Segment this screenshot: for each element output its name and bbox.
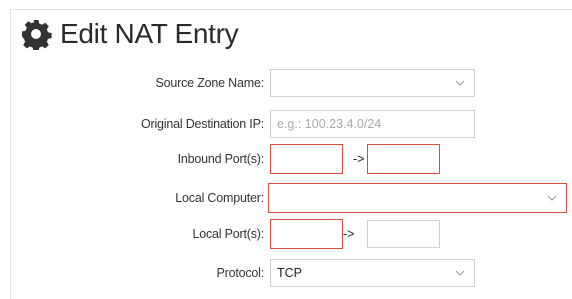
local-port-to-input[interactable] xyxy=(367,220,440,248)
page-title: Edit NAT Entry xyxy=(60,18,239,49)
local-computer-select[interactable] xyxy=(268,183,567,213)
inbound-port-from-input[interactable] xyxy=(270,144,343,174)
local-ports-label: Local Port(s): xyxy=(192,227,264,241)
original-dest-ip-placeholder: e.g.: 100.23.4.0/24 xyxy=(277,117,382,131)
inbound-ports-row: Inbound Port(s): -> xyxy=(0,144,572,174)
protocol-label: Protocol: xyxy=(216,266,264,280)
local-port-arrow: -> xyxy=(343,227,355,241)
chevron-down-icon xyxy=(548,195,556,201)
local-computer-row: Local Computer: xyxy=(0,183,572,213)
source-zone-row: Source Zone Name: xyxy=(0,68,572,98)
gear-icon xyxy=(22,20,52,50)
inbound-port-to-input[interactable] xyxy=(367,144,440,174)
chevron-down-icon xyxy=(456,270,464,276)
protocol-value: TCP xyxy=(277,266,302,280)
local-ports-row: Local Port(s): -> xyxy=(0,219,572,249)
original-dest-ip-input[interactable]: e.g.: 100.23.4.0/24 xyxy=(270,110,475,138)
original-dest-ip-row: Original Destination IP: e.g.: 100.23.4.… xyxy=(0,109,572,139)
local-computer-label: Local Computer: xyxy=(175,191,264,205)
chevron-down-icon xyxy=(456,80,464,86)
inbound-ports-label: Inbound Port(s): xyxy=(177,152,265,166)
source-zone-label: Source Zone Name: xyxy=(155,76,265,90)
inbound-port-arrow: -> xyxy=(353,152,365,166)
page-header: Edit NAT Entry xyxy=(20,16,239,52)
local-port-from-input[interactable] xyxy=(270,219,343,249)
original-dest-ip-label: Original Destination IP: xyxy=(140,117,264,131)
source-zone-select[interactable] xyxy=(270,69,475,97)
protocol-select[interactable]: TCP xyxy=(270,259,475,287)
protocol-row: Protocol: TCP xyxy=(0,258,572,288)
